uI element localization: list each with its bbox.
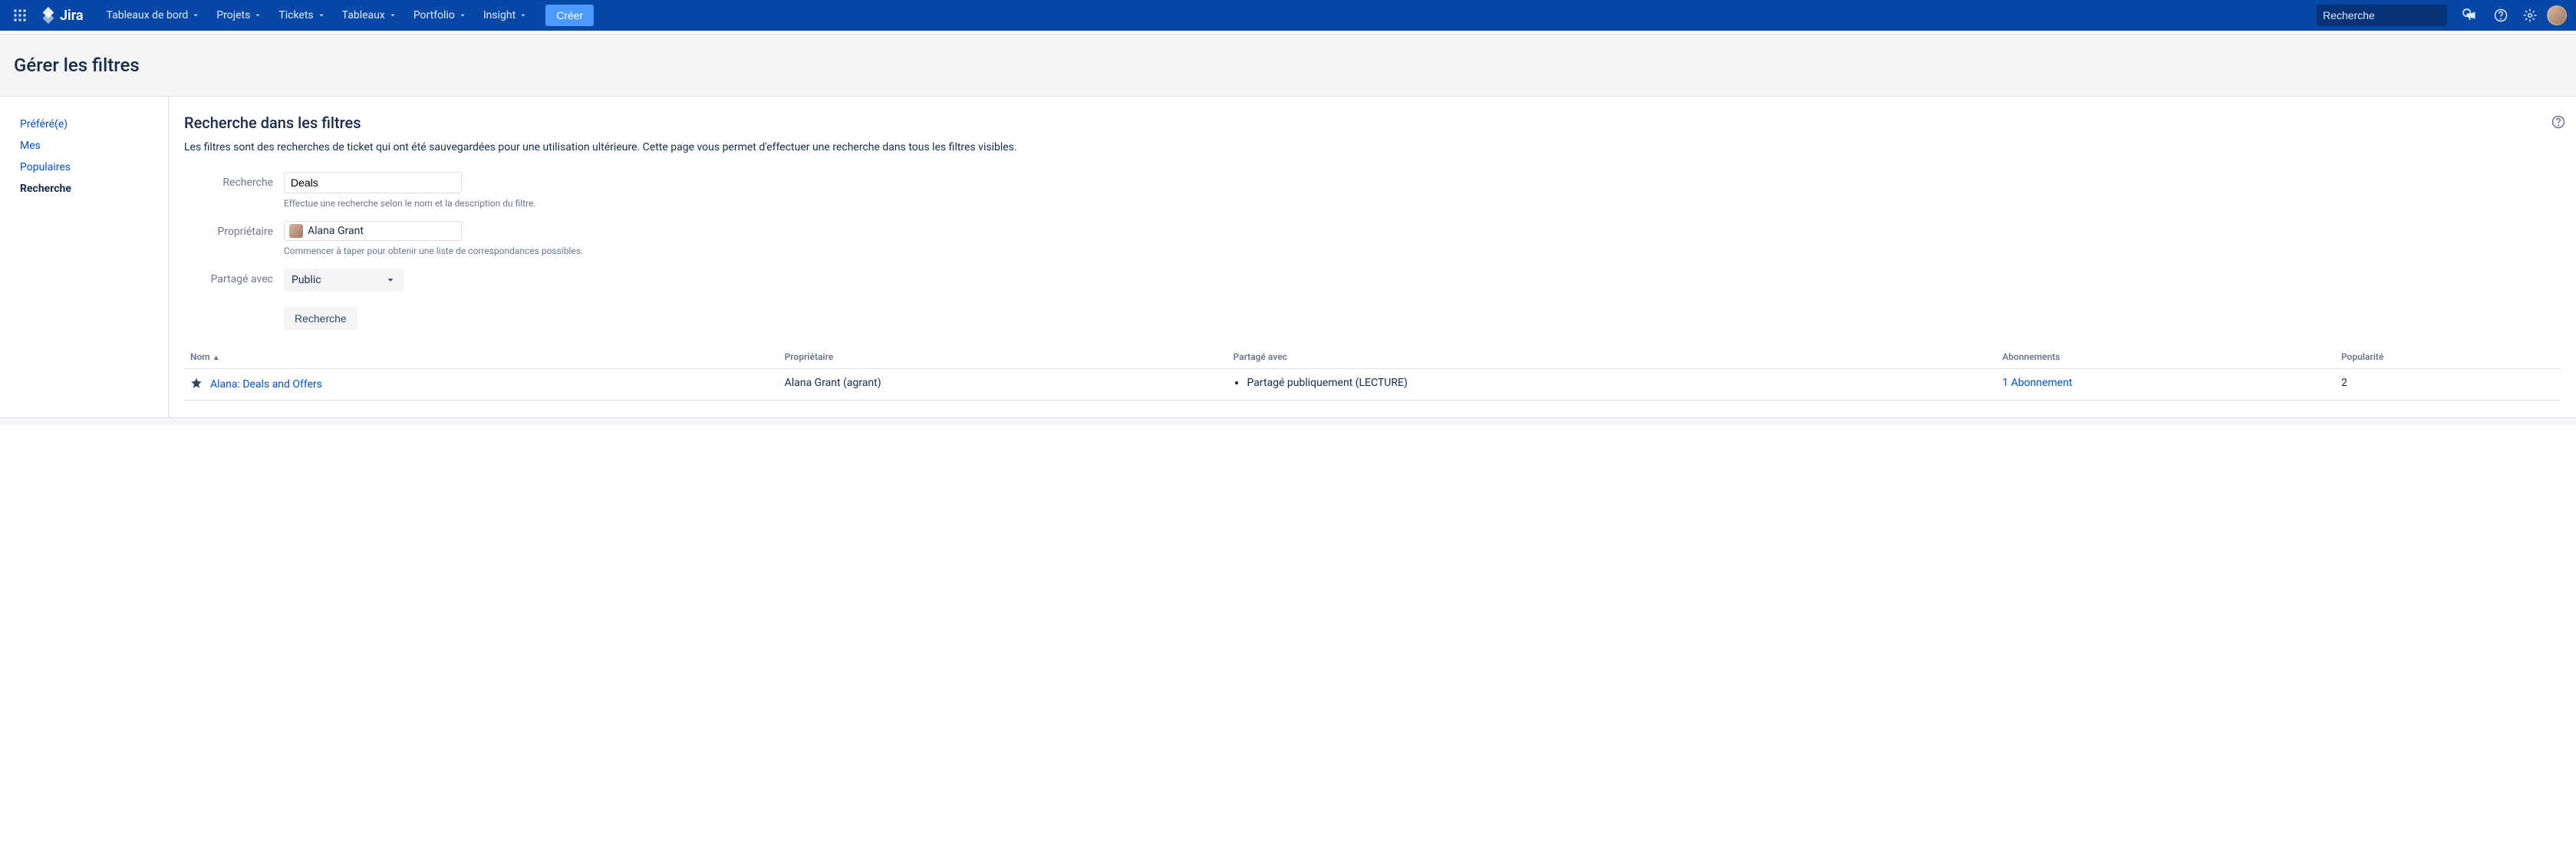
top-nav: Jira Tableaux de bord Projets Tickets Ta… xyxy=(0,0,2576,31)
nav-item-boards[interactable]: Tableaux xyxy=(334,5,404,26)
page-header: Gérer les filtres xyxy=(0,34,2576,97)
form-row-shared: Partagé avec Public xyxy=(184,269,2561,292)
cell-subscriptions: 1 Abonnement xyxy=(1996,369,2335,401)
global-search-input[interactable] xyxy=(2323,9,2462,21)
nav-links: Tableaux de bord Projets Tickets Tableau… xyxy=(99,5,535,26)
owner-avatar-icon xyxy=(289,224,303,238)
page-bottom-border xyxy=(0,417,2576,425)
shared-select[interactable]: Public xyxy=(284,269,404,292)
form-row-search: Recherche Effectue une recherche selon l… xyxy=(184,172,2561,213)
col-popularity[interactable]: Popularité xyxy=(2335,345,2561,369)
nav-item-tickets[interactable]: Tickets xyxy=(271,5,332,26)
section-description: Les filtres sont des recherches de ticke… xyxy=(184,141,2561,153)
form-row-submit: Recherche xyxy=(184,299,2561,330)
owner-hint: Commencer à taper pour obtenir une liste… xyxy=(284,246,583,256)
owner-input[interactable]: Alana Grant xyxy=(284,221,462,241)
shared-value: Public xyxy=(292,274,321,286)
owner-name: Alana Grant xyxy=(308,225,364,237)
page-title: Gérer les filtres xyxy=(14,54,2576,76)
jira-logo[interactable]: Jira xyxy=(35,7,88,24)
chevron-down-icon xyxy=(254,12,262,19)
settings-icon[interactable] xyxy=(2518,3,2542,28)
cell-popularity: 2 xyxy=(2335,369,2561,401)
jira-logo-icon xyxy=(40,7,57,24)
col-shared[interactable]: Partagé avec xyxy=(1227,345,1996,369)
user-avatar[interactable] xyxy=(2547,5,2567,25)
col-subscriptions[interactable]: Abonnements xyxy=(1996,345,2335,369)
sidebar-item-favorite[interactable]: Préféré(e) xyxy=(20,114,157,135)
cell-shared: Partagé publiquement (LECTURE) xyxy=(1227,369,1996,401)
chevron-down-icon xyxy=(385,275,396,285)
sidebar-item-my[interactable]: Mes xyxy=(20,135,157,157)
chevron-down-icon xyxy=(192,12,199,19)
shared-label: Partagé avec xyxy=(184,269,284,285)
help-icon[interactable] xyxy=(2489,3,2513,28)
nav-item-insight[interactable]: Insight xyxy=(476,5,535,26)
chevron-down-icon xyxy=(459,12,466,19)
help-corner-icon[interactable] xyxy=(2551,115,2565,132)
cell-owner: Alana Grant (agrant) xyxy=(779,369,1227,401)
star-icon[interactable] xyxy=(190,377,203,392)
nav-item-portfolio[interactable]: Portfolio xyxy=(406,5,474,26)
form-row-owner: Propriétaire Alana Grant Commencer à tap… xyxy=(184,221,2561,261)
section-title: Recherche dans les filtres xyxy=(184,114,2561,132)
global-search[interactable] xyxy=(2317,5,2447,26)
logo-text: Jira xyxy=(60,8,84,24)
announcement-icon[interactable] xyxy=(2459,3,2484,28)
app-switcher-icon[interactable] xyxy=(9,5,31,26)
col-owner[interactable]: Propriétaire xyxy=(779,345,1227,369)
create-button[interactable]: Créer xyxy=(545,5,594,26)
search-input[interactable] xyxy=(284,172,462,193)
filter-name-link[interactable]: Alana: Deals and Offers xyxy=(210,378,322,391)
content: Recherche dans les filtres Les filtres s… xyxy=(169,97,2576,417)
search-label: Recherche xyxy=(184,172,284,189)
sidebar: Préféré(e) Mes Populaires Recherche xyxy=(0,97,169,417)
col-name[interactable]: Nom▲ xyxy=(184,345,779,369)
search-hint: Effectue une recherche selon le nom et l… xyxy=(284,198,536,209)
table-row: Alana: Deals and Offers Alana Grant (agr… xyxy=(184,369,2561,401)
subscription-link[interactable]: 1 Abonnement xyxy=(2002,377,2072,389)
search-button[interactable]: Recherche xyxy=(284,307,357,330)
chevron-down-icon xyxy=(318,12,325,19)
nav-item-projects[interactable]: Projets xyxy=(209,5,269,26)
nav-item-dashboards[interactable]: Tableaux de bord xyxy=(99,5,208,26)
results-table: Nom▲ Propriétaire Partagé avec Abonnemen… xyxy=(184,345,2561,401)
chevron-down-icon xyxy=(389,12,397,19)
chevron-down-icon xyxy=(519,12,527,19)
sort-asc-icon: ▲ xyxy=(212,354,220,362)
main-layout: Préféré(e) Mes Populaires Recherche Rech… xyxy=(0,97,2576,417)
owner-label: Propriétaire xyxy=(184,221,284,238)
sidebar-item-popular[interactable]: Populaires xyxy=(20,157,157,178)
topnav-right-icons xyxy=(2459,3,2567,28)
sidebar-item-search[interactable]: Recherche xyxy=(20,178,157,200)
